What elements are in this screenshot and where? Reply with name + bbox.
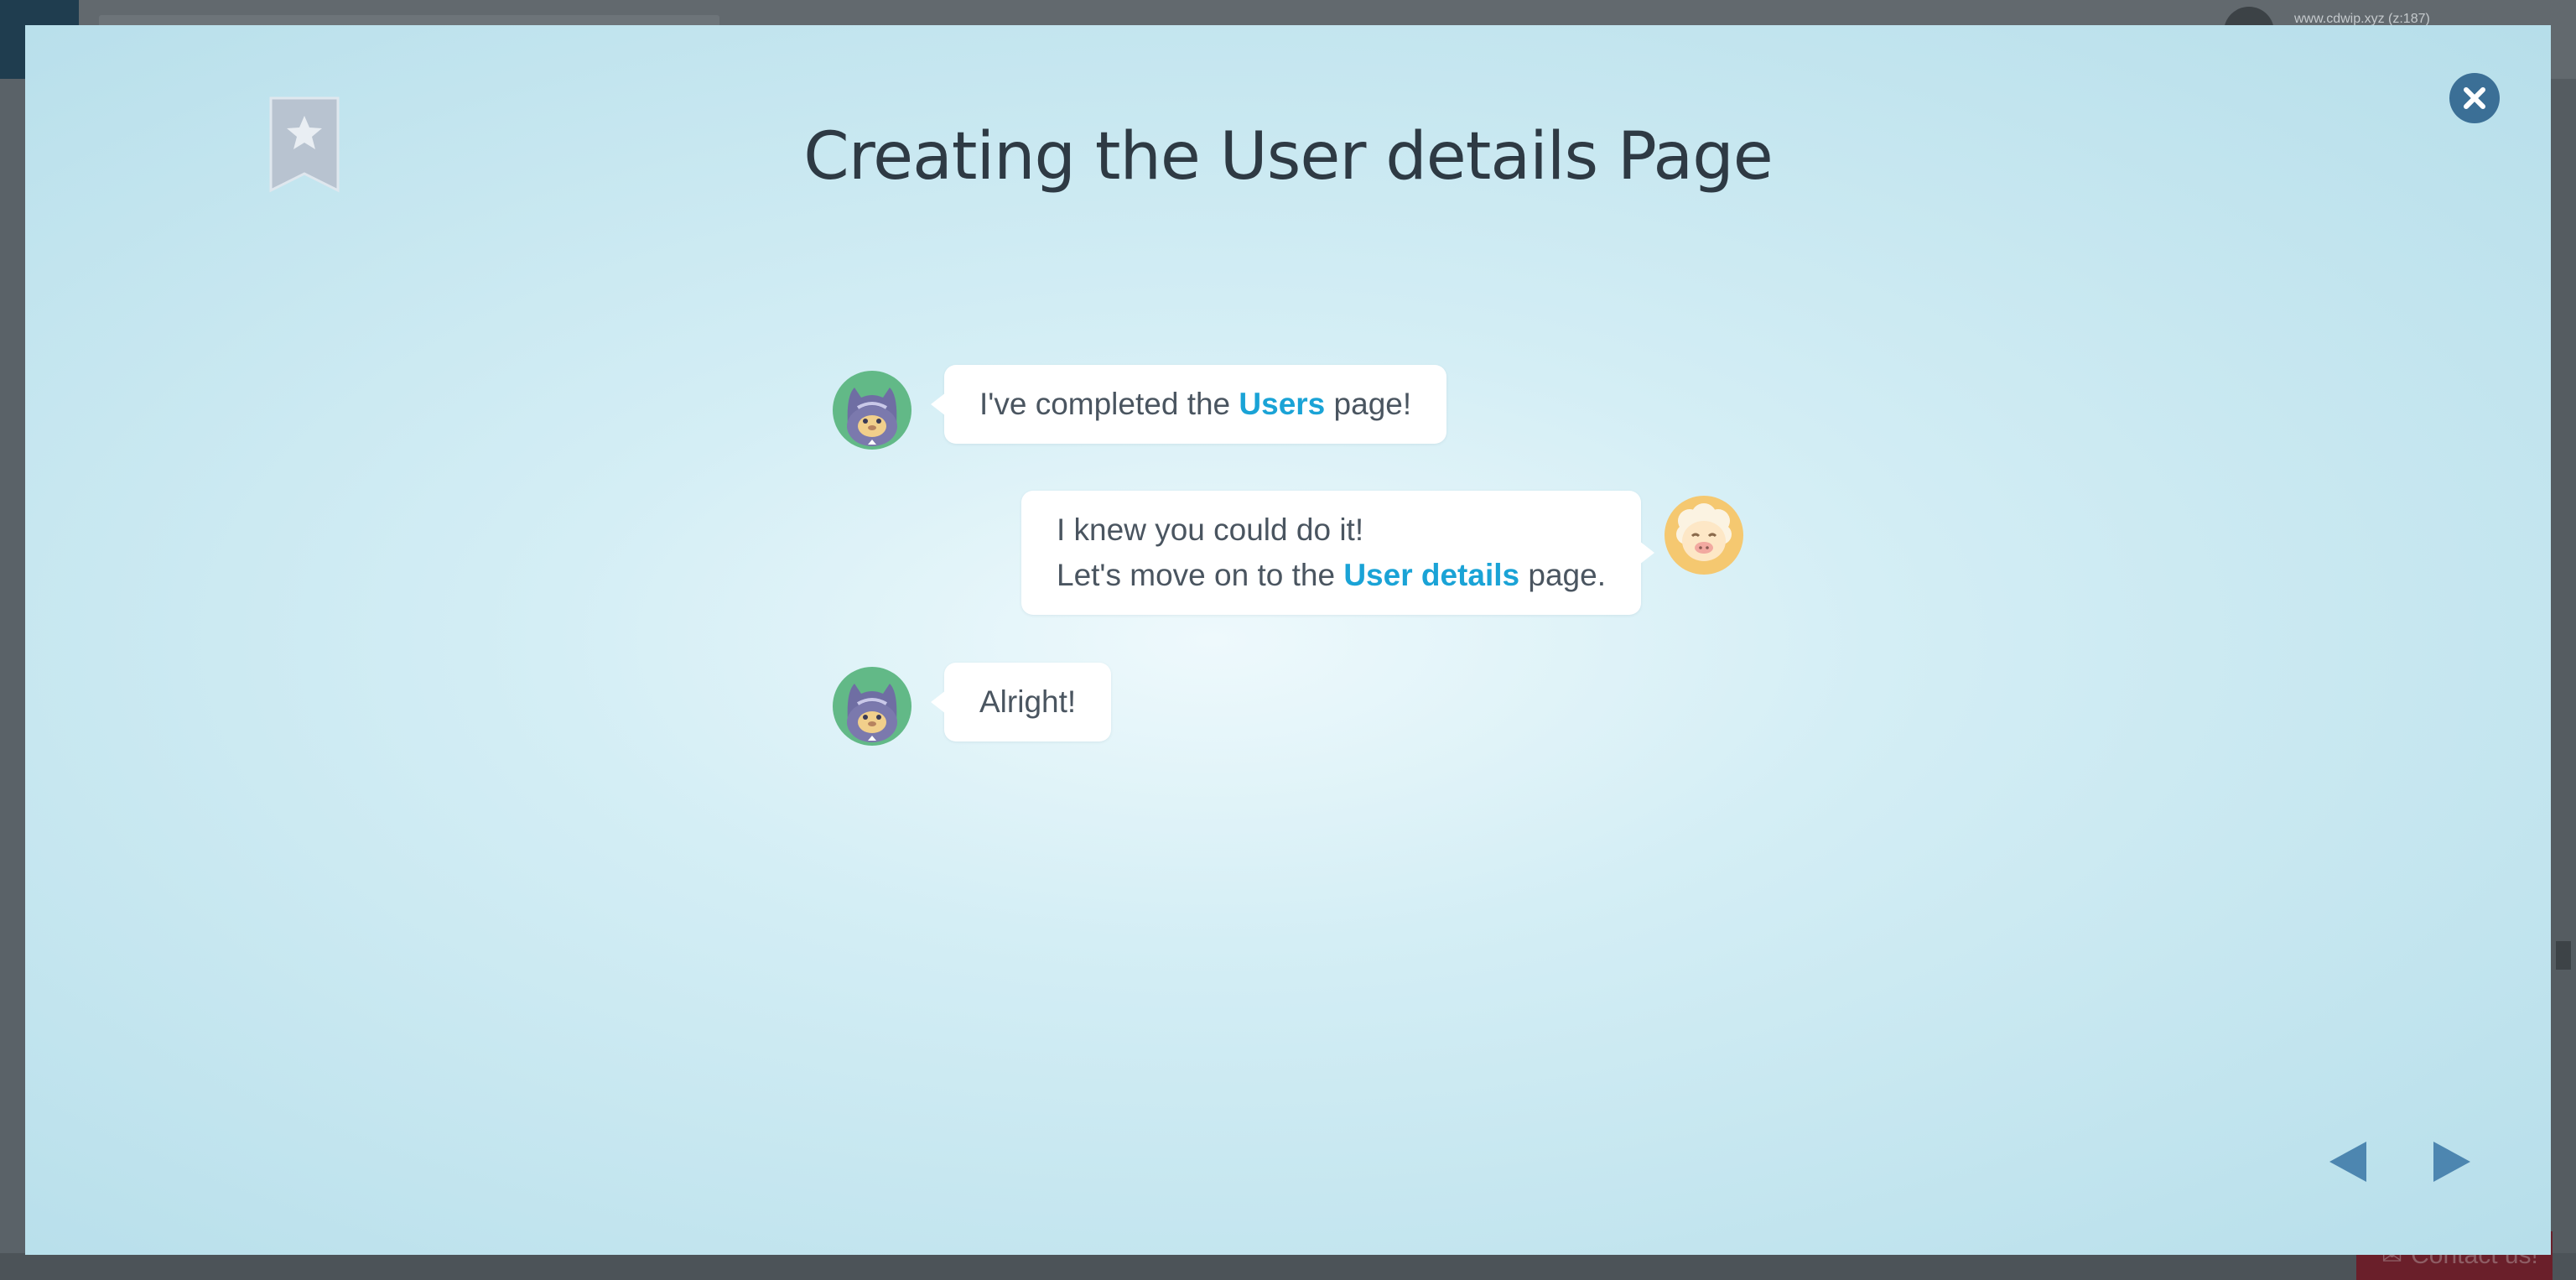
message-2-link-user-details: User details xyxy=(1343,558,1520,592)
close-icon xyxy=(2464,87,2485,109)
message-3-text: Alright! xyxy=(979,684,1077,719)
message-2-line-1: I knew you could do it! xyxy=(1057,507,1606,553)
cat-avatar xyxy=(833,371,911,450)
sheep-avatar xyxy=(1665,496,1743,575)
message-2-text-c: page. xyxy=(1519,558,1606,592)
message-1-text-b: page! xyxy=(1325,387,1412,421)
next-button[interactable] xyxy=(2430,1138,2474,1185)
message-2-text-a: I knew you could do it! xyxy=(1057,513,1364,547)
message-1-text-a: I've completed the xyxy=(979,387,1239,421)
scrollbar-thumb xyxy=(2556,941,2571,970)
chat-bubble-1: I've completed the Users page! xyxy=(944,365,1447,444)
message-1-link-users: Users xyxy=(1239,387,1326,421)
prev-button[interactable] xyxy=(2326,1138,2370,1185)
modal-title: Creating the User details Page xyxy=(803,119,1773,195)
chat-bubble-3: Alright! xyxy=(944,663,1112,741)
prev-arrow-icon xyxy=(2329,1142,2366,1182)
lesson-modal: Creating the User details Page I've comp… xyxy=(25,25,2551,1255)
message-2-line-2: Let's move on to the User details page. xyxy=(1057,553,1606,598)
chat-bubble-2: I knew you could do it! Let's move on to… xyxy=(1021,491,1641,615)
message-2-text-b: Let's move on to the xyxy=(1057,558,1344,592)
close-button[interactable] xyxy=(2449,73,2500,123)
page-scrollbar xyxy=(2551,79,2576,1280)
app-bottom-bar xyxy=(0,1253,2576,1280)
cat-avatar xyxy=(833,667,911,746)
next-arrow-icon xyxy=(2433,1142,2470,1182)
